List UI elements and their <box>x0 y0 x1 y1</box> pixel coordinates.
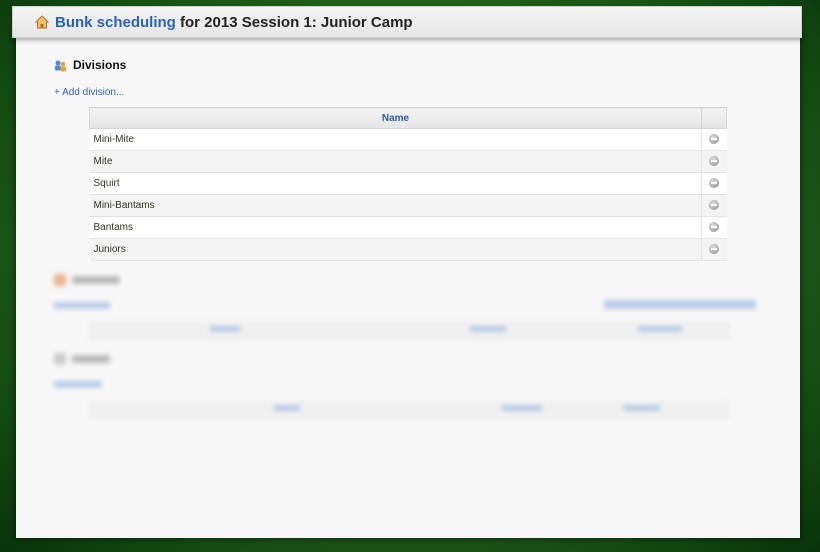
divisions-icon <box>54 59 67 72</box>
blurred-action-link <box>604 300 756 309</box>
blurred-add-link <box>54 381 102 388</box>
table-header-row: Name <box>89 107 727 129</box>
division-name[interactable]: Squirt <box>89 172 702 195</box>
blurred-section-heading <box>54 353 110 365</box>
remove-icon[interactable] <box>709 134 720 145</box>
divisions-heading: Divisions <box>54 58 126 72</box>
table-row: Squirt <box>89 172 727 195</box>
division-name[interactable]: Mite <box>89 150 702 173</box>
remove-icon[interactable] <box>709 200 720 211</box>
divisions-table: Name Mini-Mite Mite Squirt Mini-Bantams … <box>89 107 727 261</box>
remove-button[interactable] <box>701 238 727 261</box>
page-header: Bunk scheduling for 2013 Session 1: Juni… <box>12 6 802 38</box>
remove-button[interactable] <box>701 216 727 239</box>
table-row: Mini-Mite <box>89 128 727 151</box>
remove-icon[interactable] <box>709 244 720 255</box>
division-name[interactable]: Bantams <box>89 216 702 239</box>
remove-button[interactable] <box>701 194 727 217</box>
remove-button[interactable] <box>701 128 727 151</box>
divisions-title: Divisions <box>73 58 127 72</box>
app-title-link[interactable]: Bunk scheduling <box>55 14 176 31</box>
blurred-table-header <box>89 401 729 419</box>
division-name[interactable]: Juniors <box>89 238 702 261</box>
blurred-table-header <box>89 322 729 340</box>
remove-button[interactable] <box>701 150 727 173</box>
division-name[interactable]: Mini-Mite <box>89 128 702 151</box>
title-session: for 2013 Session 1: Junior Camp <box>175 13 413 31</box>
home-icon[interactable] <box>34 15 50 29</box>
blurred-section-heading <box>54 274 120 286</box>
blurred-add-link <box>54 302 110 309</box>
action-column-header <box>701 107 727 129</box>
table-row: Bantams <box>89 216 727 239</box>
remove-icon[interactable] <box>709 222 720 233</box>
remove-icon[interactable] <box>709 178 720 189</box>
remove-button[interactable] <box>701 172 727 195</box>
name-column-header[interactable]: Name <box>89 107 702 129</box>
table-row: Mini-Bantams <box>89 194 727 217</box>
table-row: Juniors <box>89 238 727 261</box>
division-name[interactable]: Mini-Bantams <box>89 194 702 217</box>
page-title: Bunk scheduling for 2013 Session 1: Juni… <box>55 14 413 31</box>
add-division-link[interactable]: + Add division... <box>54 87 124 98</box>
remove-icon[interactable] <box>709 156 720 167</box>
table-row: Mite <box>89 150 727 173</box>
